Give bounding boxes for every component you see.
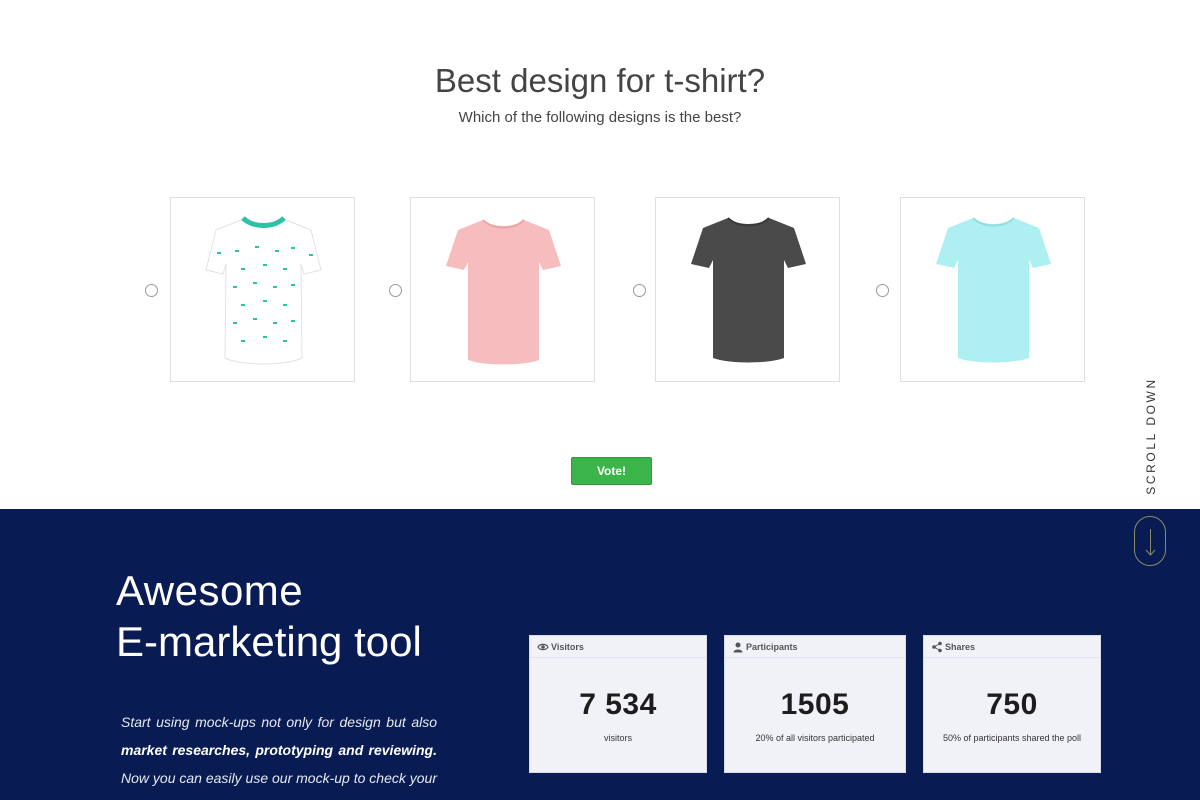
- stat-label: 20% of all visitors participated: [755, 733, 875, 743]
- option-card-1[interactable]: [170, 197, 355, 382]
- scroll-down-icon[interactable]: [1134, 516, 1166, 566]
- option-radio-3[interactable]: [633, 284, 646, 297]
- stat-value: 1505: [780, 688, 850, 721]
- eye-icon: [537, 643, 549, 651]
- tshirt-image-2: [446, 219, 561, 365]
- option-radio-2[interactable]: [389, 284, 402, 297]
- stat-label: visitors: [603, 733, 632, 743]
- tshirt-image-3: [691, 217, 806, 363]
- scroll-down-label[interactable]: SCROLL DOWN: [1144, 377, 1158, 495]
- option-card-4[interactable]: [900, 197, 1085, 382]
- vote-button[interactable]: Vote!: [571, 457, 652, 485]
- user-icon: [733, 642, 743, 653]
- poll-section: Best design for t-shirt? Which of the fo…: [0, 0, 1200, 509]
- stat-title: Shares: [945, 642, 976, 652]
- stat-card-participants: Participants 1505 20% of all visitors pa…: [724, 635, 906, 773]
- heading-awesome: Awesome: [116, 567, 304, 614]
- stat-card-shares: Shares 750 50% of participants shared th…: [923, 635, 1101, 773]
- option-card-2[interactable]: [410, 197, 595, 382]
- stat-header: Visitors: [530, 636, 706, 658]
- poll-subtitle: Which of the following designs is the be…: [458, 109, 742, 126]
- share-icon: [932, 641, 942, 653]
- stat-header: Shares: [924, 636, 1100, 658]
- heading-emarketing-tool: E-marketing tool: [116, 618, 422, 665]
- stat-value: 750: [986, 688, 1038, 721]
- tshirt-image-4: [936, 217, 1051, 363]
- stat-header: Participants: [725, 636, 905, 658]
- stat-label: 50% of participants shared the poll: [942, 733, 1082, 743]
- poll-title: Best design for t-shirt?: [434, 62, 766, 99]
- option-radio-1[interactable]: [145, 284, 158, 297]
- tshirt-image-1: [205, 216, 322, 365]
- option-card-3[interactable]: [655, 197, 840, 382]
- marketing-description: Start using mock-ups not only for design…: [121, 714, 437, 800]
- stat-value: 7 534: [579, 688, 657, 721]
- stat-card-visitors: Visitors 7 534 visitors: [529, 635, 707, 773]
- stat-title: Visitors: [551, 642, 584, 652]
- stat-title: Participants: [746, 642, 798, 652]
- option-radio-4[interactable]: [876, 284, 889, 297]
